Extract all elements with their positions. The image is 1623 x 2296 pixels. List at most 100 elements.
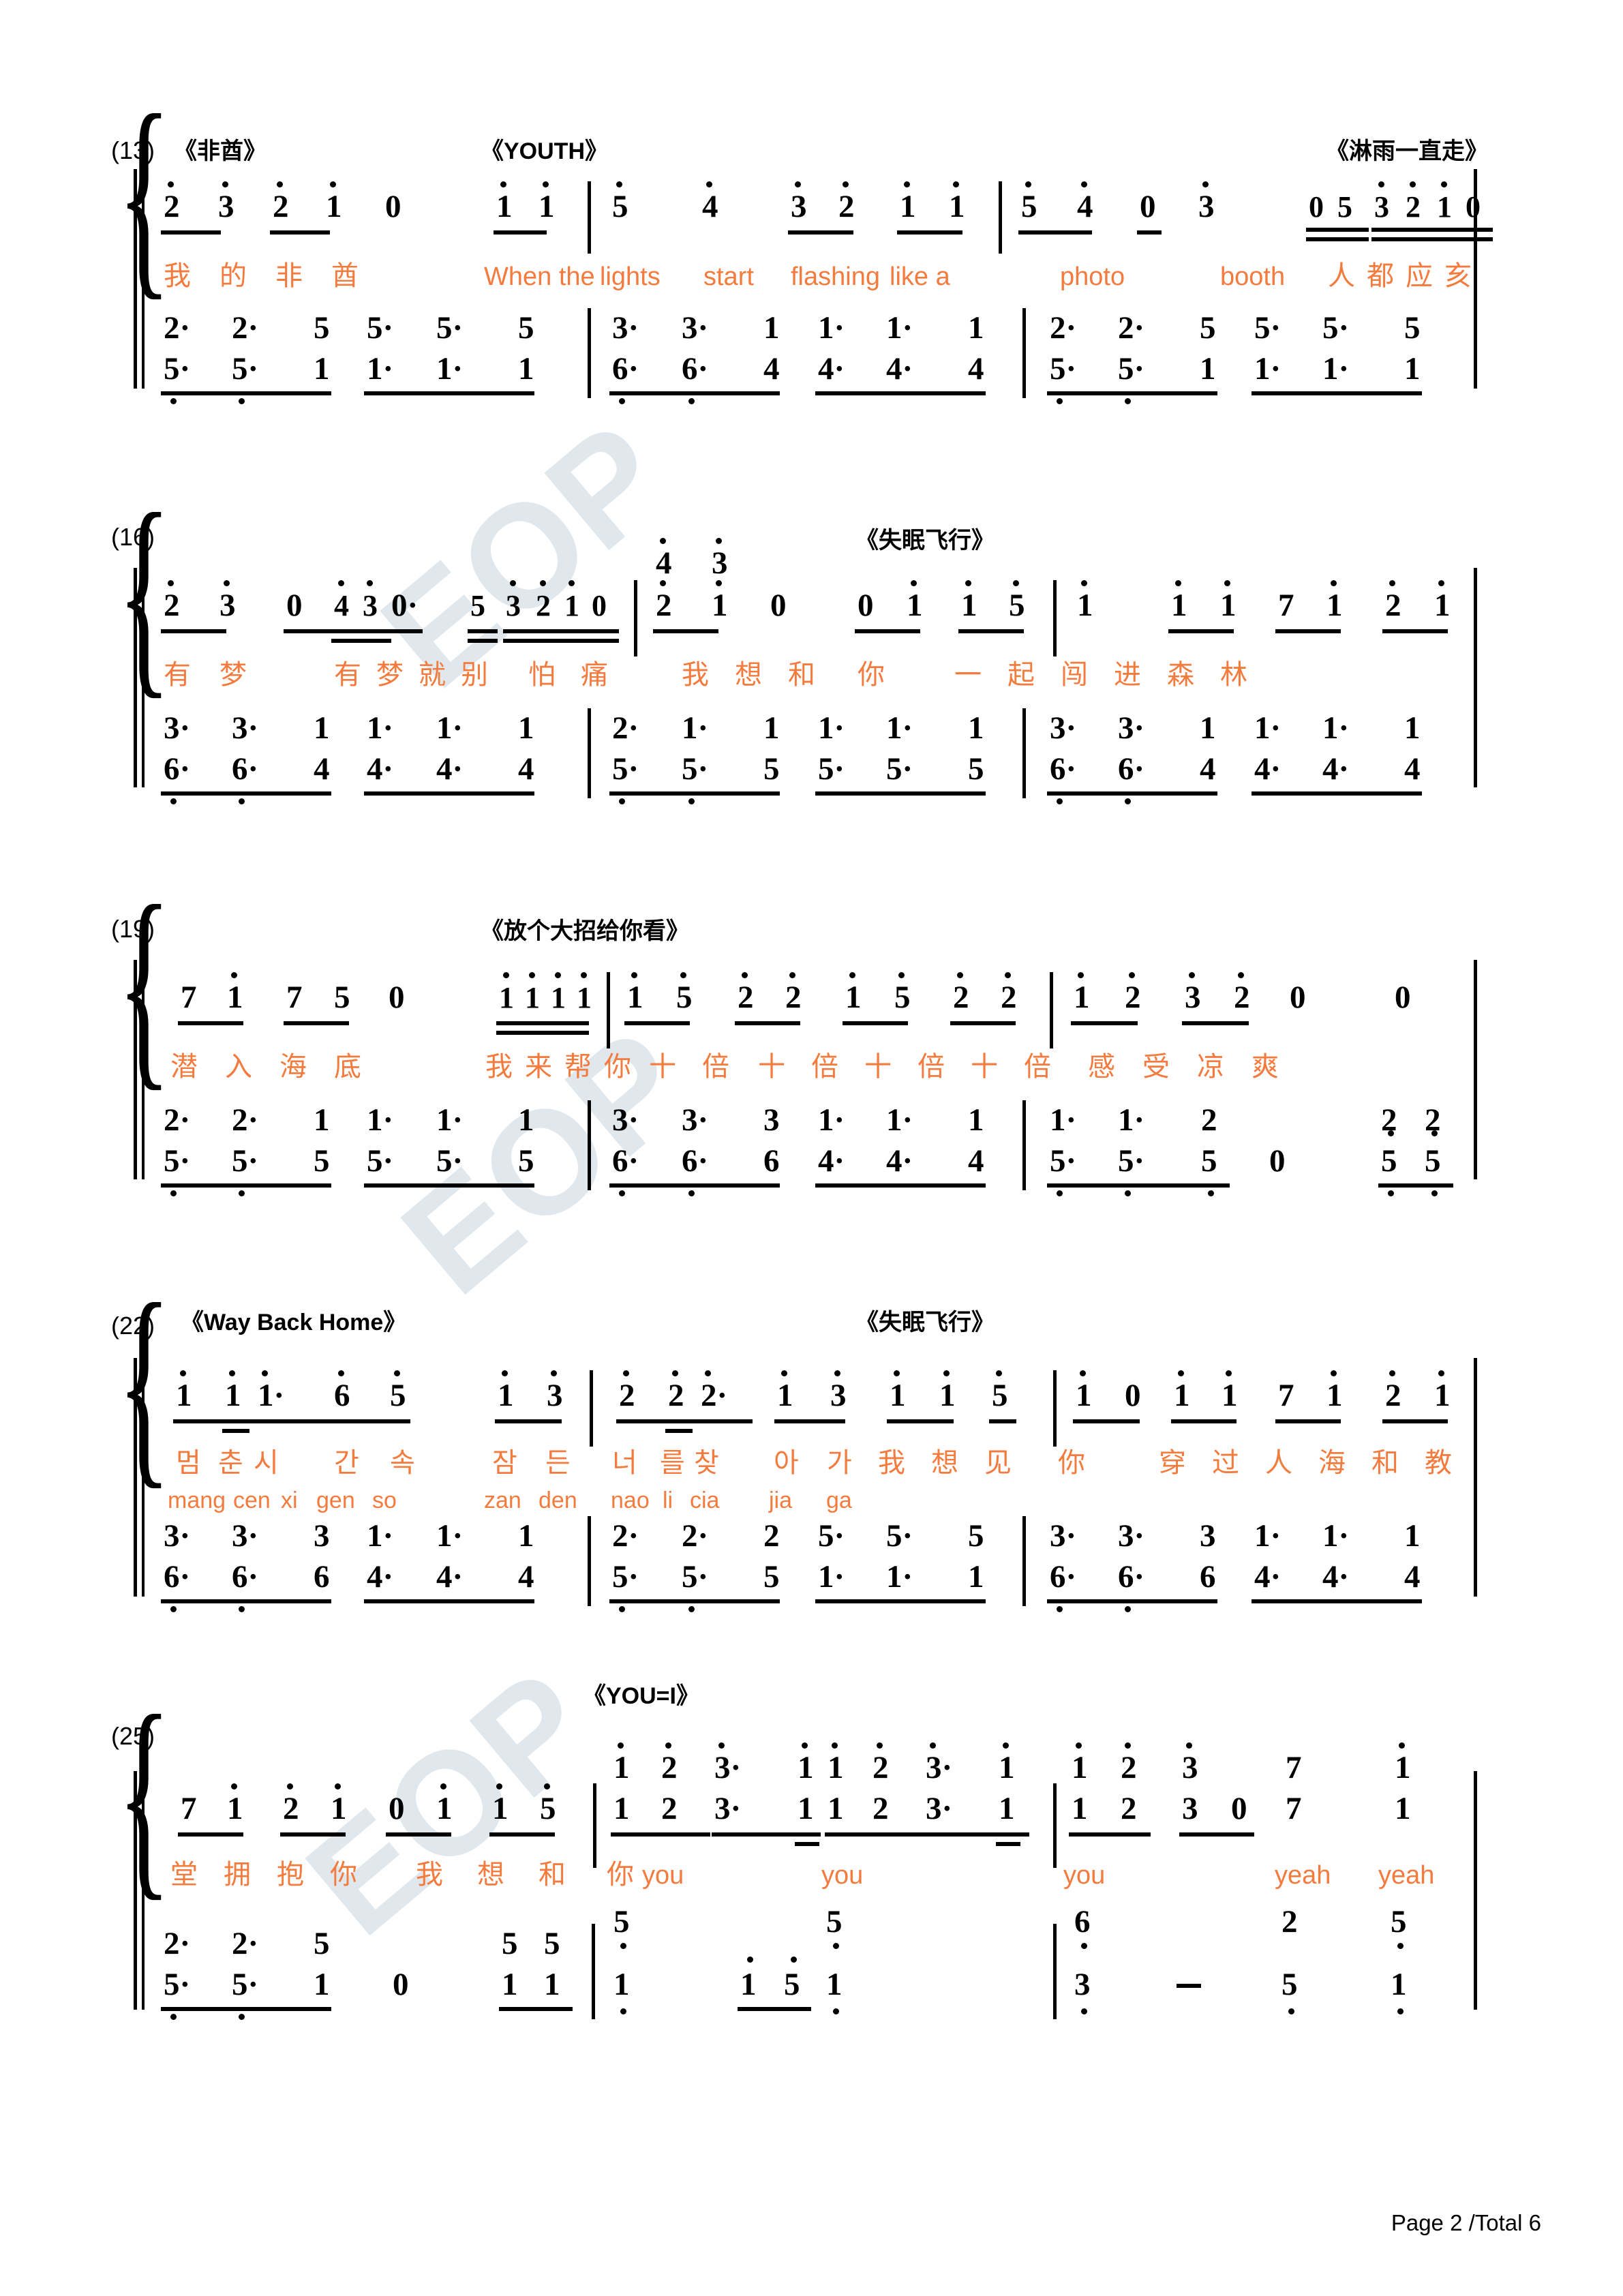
bass-note: 1 bbox=[1404, 351, 1421, 387]
barline bbox=[588, 708, 591, 798]
barline bbox=[634, 580, 637, 656]
bass-note: 5 bbox=[968, 1518, 984, 1554]
note: 1 bbox=[539, 189, 555, 224]
note: 7 bbox=[1278, 1378, 1294, 1413]
lyric: 我 bbox=[878, 1448, 905, 1478]
note: 1 bbox=[890, 1378, 906, 1413]
bass-note: 1· bbox=[1050, 1102, 1077, 1138]
lyric: 你 bbox=[858, 660, 885, 690]
bass-note: 1· bbox=[682, 710, 709, 746]
bass-note: 1· bbox=[886, 310, 913, 346]
note: 4 bbox=[1077, 189, 1093, 224]
bass-note: 5· bbox=[164, 1143, 191, 1179]
lyric: 你 bbox=[604, 1052, 631, 1082]
note: 1 bbox=[1434, 1378, 1451, 1413]
lyric: 和 bbox=[539, 1860, 566, 1890]
lyric: 抱 bbox=[277, 1860, 304, 1890]
bass-note: 1· bbox=[436, 1518, 464, 1554]
note: 2 bbox=[1001, 980, 1017, 1015]
note-rest: 0 bbox=[770, 588, 787, 623]
lyric: 人 bbox=[1265, 1448, 1292, 1478]
lyric: 潜 bbox=[170, 1052, 198, 1082]
note: 1 bbox=[225, 1378, 241, 1413]
bass-note: 5· bbox=[232, 1143, 259, 1179]
lyric: 的 bbox=[219, 261, 247, 291]
note: 3 bbox=[791, 189, 807, 224]
bass-note: 5 bbox=[1404, 310, 1421, 346]
bass-note: 5 bbox=[314, 310, 330, 346]
barline bbox=[590, 1370, 593, 1447]
barline bbox=[1022, 1516, 1026, 1606]
lyric: 我 bbox=[485, 1052, 513, 1082]
lyric: 든 bbox=[545, 1448, 571, 1478]
note: 4 bbox=[702, 189, 718, 224]
sheet-music-page: (13) 《非酋》 《YOUTH》 《淋雨一直走》 { 2 3 2 1 0 1 … bbox=[0, 0, 1623, 2296]
bass-note: 5· bbox=[682, 751, 709, 787]
note-upper-voice: 1 bbox=[1395, 1750, 1411, 1785]
note: 5 bbox=[894, 980, 911, 1015]
note-rest: 0 bbox=[1125, 1378, 1141, 1413]
bass-note-rest: 0 bbox=[393, 1967, 409, 2002]
note: 1 bbox=[1437, 190, 1452, 224]
note: 1 bbox=[845, 980, 862, 1015]
lyric-romanization: den bbox=[539, 1487, 577, 1513]
bass-note: 5· bbox=[612, 751, 639, 787]
barline bbox=[588, 1516, 591, 1606]
note: 7 bbox=[1278, 588, 1294, 623]
bass-note-upper: 5 bbox=[1391, 1904, 1407, 1939]
bass-note: 5· bbox=[164, 1967, 191, 2002]
note-upper-voice: 3· bbox=[714, 1750, 742, 1785]
note-upper-voice: 7 bbox=[1286, 1750, 1302, 1785]
lyric: When the bbox=[484, 262, 595, 291]
note: 2 bbox=[1385, 1378, 1401, 1413]
note: 5 bbox=[1021, 189, 1037, 224]
bass-note: 4 bbox=[1200, 751, 1216, 787]
bass-note: 5 bbox=[1381, 1143, 1397, 1179]
lyric-romanization: cen bbox=[233, 1487, 271, 1513]
note: 1 bbox=[436, 1791, 453, 1826]
bass-note: 4· bbox=[1254, 1559, 1281, 1595]
system-barline-left2 bbox=[142, 568, 145, 787]
note: 2 bbox=[1385, 588, 1401, 623]
note: 1 bbox=[777, 1378, 793, 1413]
bass-note: 4 bbox=[1404, 1559, 1421, 1595]
bass-note: 4· bbox=[1322, 1559, 1350, 1595]
note: 2 bbox=[738, 980, 754, 1015]
lyric: 속 bbox=[390, 1448, 415, 1478]
bass-note: 2· bbox=[164, 310, 191, 346]
system-barline-left2 bbox=[142, 169, 145, 389]
bass-note: 5· bbox=[818, 751, 845, 787]
song-title-waybackhome: 《Way Back Home》 bbox=[181, 1310, 407, 1335]
bass-note-rest: 0 bbox=[1269, 1143, 1286, 1179]
lyric: 酋 bbox=[331, 261, 359, 291]
bass-note: 1 bbox=[968, 310, 984, 346]
note: 3 bbox=[218, 189, 234, 224]
lyric: start bbox=[703, 262, 754, 291]
bass-note: 5· bbox=[612, 1559, 639, 1595]
note: 3 bbox=[1374, 190, 1389, 224]
bass-note: 5 bbox=[1201, 1143, 1217, 1179]
lyric-romanization: cia bbox=[690, 1487, 720, 1513]
bass-note: 4· bbox=[1322, 751, 1350, 787]
bass-note: 4· bbox=[818, 1143, 845, 1179]
lyric: like a bbox=[890, 262, 950, 291]
bass-note: 3· bbox=[682, 1102, 709, 1138]
bass-note: 6 bbox=[763, 1143, 780, 1179]
note: 5 bbox=[390, 1378, 406, 1413]
bass-note: 1· bbox=[1254, 351, 1281, 387]
lyric: 拥 bbox=[224, 1860, 251, 1890]
bass-note: 1 bbox=[502, 1967, 518, 2002]
barline bbox=[1053, 580, 1057, 656]
lyric: 我 bbox=[164, 261, 191, 291]
bass-note: 5· bbox=[818, 1518, 845, 1554]
bass-note: 5 bbox=[1281, 1967, 1298, 2002]
lyric: 怕 bbox=[528, 660, 556, 690]
note-rest: 0 bbox=[858, 588, 874, 623]
note: 1 bbox=[907, 588, 923, 623]
bass-note: 5 bbox=[784, 1967, 800, 2002]
note: 1 bbox=[525, 981, 540, 1014]
lyric: 非 bbox=[275, 261, 303, 291]
lyric-romanization: jia bbox=[769, 1487, 793, 1513]
lyric-romanization: so bbox=[372, 1487, 397, 1513]
bass-note: 6· bbox=[1118, 1559, 1145, 1595]
